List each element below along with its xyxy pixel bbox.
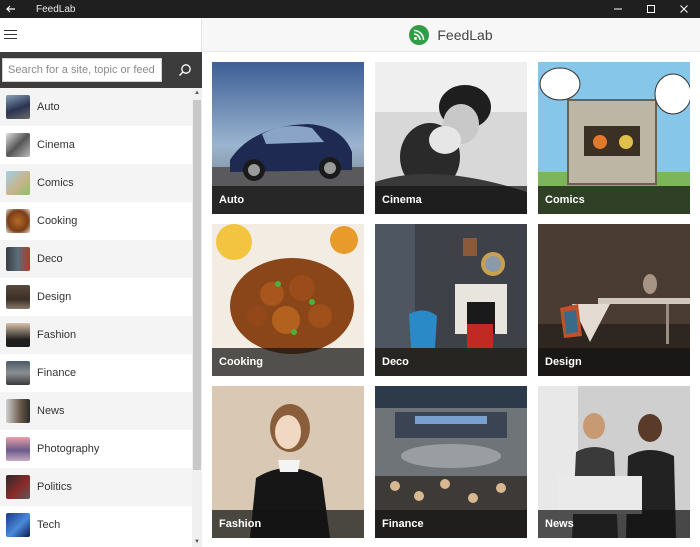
app-header: FeedLab bbox=[202, 18, 700, 52]
tile-fashion[interactable]: Fashion bbox=[212, 386, 364, 538]
topic-item-deco[interactable]: Deco bbox=[0, 240, 192, 278]
app-title: FeedLab bbox=[437, 26, 493, 43]
topic-label: Deco bbox=[37, 253, 63, 265]
topic-item-cooking[interactable]: Cooking bbox=[0, 202, 192, 240]
tile-finance[interactable]: Finance bbox=[375, 386, 527, 538]
menu-button[interactable] bbox=[4, 30, 20, 42]
scroll-down-icon[interactable]: ▼ bbox=[192, 537, 202, 547]
search-button[interactable] bbox=[170, 58, 200, 82]
close-icon bbox=[679, 5, 688, 13]
minimize-icon bbox=[613, 8, 622, 10]
topic-list: Auto Cinema Comics Cooking Deco Design F… bbox=[0, 88, 192, 547]
tile-label: Comics bbox=[545, 194, 585, 206]
topic-thumbnail bbox=[6, 323, 30, 347]
grid-scrollbar[interactable] bbox=[694, 52, 700, 547]
back-button[interactable] bbox=[0, 0, 22, 18]
topic-grid: Auto Cinema Comics Cooking Deco Design F… bbox=[212, 62, 692, 547]
hamburger-icon bbox=[4, 30, 17, 31]
topic-label: Politics bbox=[37, 481, 72, 493]
topic-thumbnail bbox=[6, 247, 30, 271]
search-input[interactable] bbox=[2, 58, 162, 82]
topic-item-politics[interactable]: Politics bbox=[0, 468, 192, 506]
topic-thumbnail bbox=[6, 209, 30, 233]
tile-label: Cinema bbox=[382, 194, 422, 206]
topic-thumbnail bbox=[6, 361, 30, 385]
tile-label: News bbox=[545, 518, 574, 530]
topic-label: Auto bbox=[37, 101, 60, 113]
scroll-thumb[interactable] bbox=[193, 100, 201, 470]
scroll-up-icon[interactable]: ▲ bbox=[192, 88, 202, 98]
topic-label: Tech bbox=[37, 519, 61, 531]
title-bar: FeedLab bbox=[0, 0, 700, 18]
topic-thumbnail bbox=[6, 399, 30, 423]
maximize-button[interactable] bbox=[634, 0, 667, 18]
tile-news[interactable]: News bbox=[538, 386, 690, 538]
topic-label: Finance bbox=[37, 367, 77, 379]
close-button[interactable] bbox=[667, 0, 700, 18]
topic-label: Cinema bbox=[37, 139, 75, 151]
topic-item-design[interactable]: Design bbox=[0, 278, 192, 316]
topic-label: Photography bbox=[37, 443, 100, 455]
maximize-icon bbox=[646, 5, 655, 13]
tile-design[interactable]: Design bbox=[538, 224, 690, 376]
topic-thumbnail bbox=[6, 285, 30, 309]
topic-label: Fashion bbox=[37, 329, 77, 341]
rss-icon bbox=[409, 24, 430, 45]
minimize-button[interactable] bbox=[601, 0, 634, 18]
topic-label: Comics bbox=[37, 177, 74, 189]
topic-item-fashion[interactable]: Fashion bbox=[0, 316, 192, 354]
topic-thumbnail bbox=[6, 513, 30, 537]
topic-label: Cooking bbox=[37, 215, 78, 227]
search-bar bbox=[0, 52, 202, 88]
topic-label: News bbox=[37, 405, 65, 417]
topic-label: Design bbox=[37, 291, 72, 303]
topic-thumbnail bbox=[6, 437, 30, 461]
tile-label: Fashion bbox=[219, 518, 262, 530]
window-title: FeedLab bbox=[36, 3, 76, 15]
tile-auto[interactable]: Auto bbox=[212, 62, 364, 214]
topic-item-cinema[interactable]: Cinema bbox=[0, 126, 192, 164]
topic-thumbnail bbox=[6, 171, 30, 195]
topic-item-photography[interactable]: Photography bbox=[0, 430, 192, 468]
topic-item-news[interactable]: News bbox=[0, 392, 192, 430]
topic-item-auto[interactable]: Auto bbox=[0, 88, 192, 126]
tile-label: Finance bbox=[382, 518, 424, 530]
topic-item-tech[interactable]: Tech bbox=[0, 506, 192, 544]
tile-comics[interactable]: Comics bbox=[538, 62, 690, 214]
topic-thumbnail bbox=[6, 133, 30, 157]
tile-label: Auto bbox=[219, 194, 245, 206]
topic-list-scrollbar[interactable]: ▲ ▼ bbox=[192, 88, 202, 547]
tile-cooking[interactable]: Cooking bbox=[212, 224, 364, 376]
topic-item-finance[interactable]: Finance bbox=[0, 354, 192, 392]
tile-cinema[interactable]: Cinema bbox=[375, 62, 527, 214]
search-icon bbox=[178, 64, 191, 77]
tile-label: Cooking bbox=[219, 356, 263, 368]
topic-thumbnail bbox=[6, 475, 30, 499]
tile-label: Deco bbox=[382, 356, 409, 368]
tile-deco[interactable]: Deco bbox=[375, 224, 527, 376]
arrow-left-icon bbox=[6, 5, 15, 13]
tile-label: Design bbox=[545, 356, 582, 368]
topic-thumbnail bbox=[6, 95, 30, 119]
navigation-pane: Auto Cinema Comics Cooking Deco Design F… bbox=[0, 18, 202, 547]
topic-item-comics[interactable]: Comics bbox=[0, 164, 192, 202]
